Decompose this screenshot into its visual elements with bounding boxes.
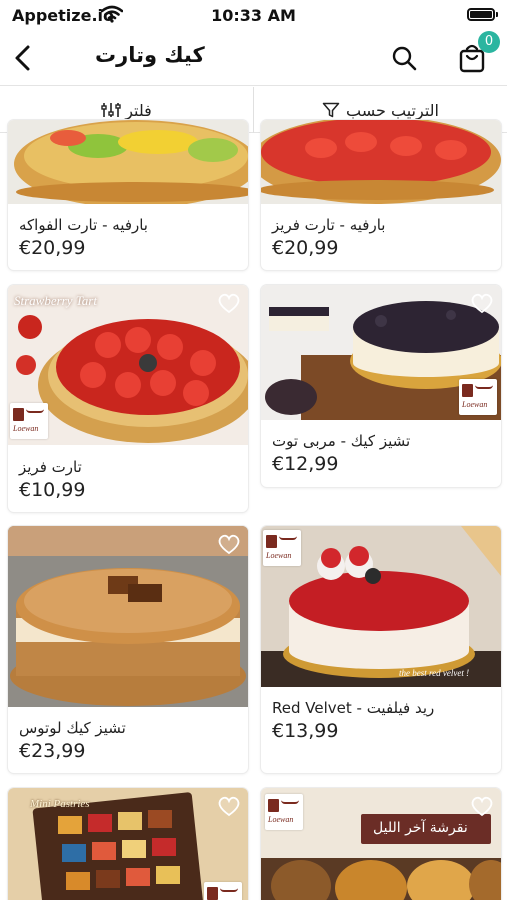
heart-icon[interactable] bbox=[217, 292, 241, 314]
brand-logo: Loewan bbox=[10, 403, 48, 439]
product-card[interactable]: Mini Pastries Loewan bbox=[8, 788, 248, 900]
sort-funnel-icon bbox=[322, 102, 340, 118]
product-image: Strawberry Tart Loewan bbox=[8, 285, 248, 445]
battery-icon bbox=[467, 8, 498, 21]
product-price: €20,99 bbox=[272, 237, 339, 259]
cart-count-badge: 0 bbox=[478, 31, 500, 53]
brand-logo: Loewan bbox=[263, 530, 301, 566]
photo-caption: Mini Pastries bbox=[30, 798, 90, 810]
product-image: نقرشة آخر الليل Loewan bbox=[261, 788, 501, 900]
search-icon[interactable] bbox=[390, 44, 418, 72]
product-price: €10,99 bbox=[19, 479, 86, 501]
product-card[interactable]: the best red velvet ! Loewan Red Velvet … bbox=[261, 526, 501, 773]
status-bar: Appetize.io 10:33 AM bbox=[0, 0, 507, 30]
product-card[interactable]: تشيز كيك لوتوس €23,99 bbox=[8, 526, 248, 773]
brand-logo: Loewan bbox=[265, 794, 303, 830]
brand-logo: Loewan bbox=[204, 882, 242, 900]
product-card[interactable]: بارفيه - تارت فريز €20,99 bbox=[261, 120, 501, 270]
product-name: Red Velvet - ريد فيلفيت bbox=[272, 699, 435, 717]
product-name: تشيز كيك - مربى توت bbox=[272, 432, 411, 450]
product-name: بارفيه - تارت فريز bbox=[272, 216, 386, 234]
product-name: تارت فريز bbox=[19, 458, 82, 476]
product-price: €23,99 bbox=[19, 740, 86, 762]
photo-caption: Strawberry Tart bbox=[14, 293, 97, 308]
heart-icon[interactable] bbox=[470, 292, 494, 314]
product-image bbox=[261, 120, 501, 204]
product-name: تشيز كيك لوتوس bbox=[19, 719, 126, 737]
product-image: Mini Pastries Loewan bbox=[8, 788, 248, 900]
product-price: €20,99 bbox=[19, 237, 86, 259]
product-name: بارفيه - تارت الفواكه bbox=[19, 216, 148, 234]
heart-icon[interactable] bbox=[217, 795, 241, 817]
product-image bbox=[8, 526, 248, 707]
product-card[interactable]: نقرشة آخر الليل Loewan bbox=[261, 788, 501, 900]
product-image: the best red velvet ! Loewan bbox=[261, 526, 501, 687]
heart-icon[interactable] bbox=[470, 795, 494, 817]
brand-logo: Loewan bbox=[459, 379, 497, 415]
product-card[interactable]: Loewan تشيز كيك - مربى توت €12,99 bbox=[261, 285, 501, 487]
filter-sliders-icon bbox=[101, 103, 121, 117]
product-card[interactable]: Strawberry Tart Loewan تارت فريز €10,99 bbox=[8, 285, 248, 512]
product-price: €12,99 bbox=[272, 453, 339, 475]
product-image bbox=[8, 120, 248, 204]
product-image: Loewan bbox=[261, 285, 501, 420]
heart-icon[interactable] bbox=[217, 533, 241, 555]
product-card[interactable]: بارفيه - تارت الفواكه €20,99 bbox=[8, 120, 248, 270]
filter-label: فلتر bbox=[125, 100, 152, 120]
back-arrow-icon[interactable] bbox=[10, 42, 38, 74]
sort-label: الترتيب حسب bbox=[346, 100, 439, 120]
photo-caption: the best red velvet ! bbox=[399, 668, 470, 678]
page-title: كيك وتارت bbox=[95, 43, 205, 67]
photo-caption: نقرشة آخر الليل bbox=[373, 820, 468, 836]
status-time: 10:33 AM bbox=[211, 6, 296, 25]
product-price: €13,99 bbox=[272, 720, 339, 742]
nav-header: كيك وتارت 0 bbox=[0, 30, 507, 86]
